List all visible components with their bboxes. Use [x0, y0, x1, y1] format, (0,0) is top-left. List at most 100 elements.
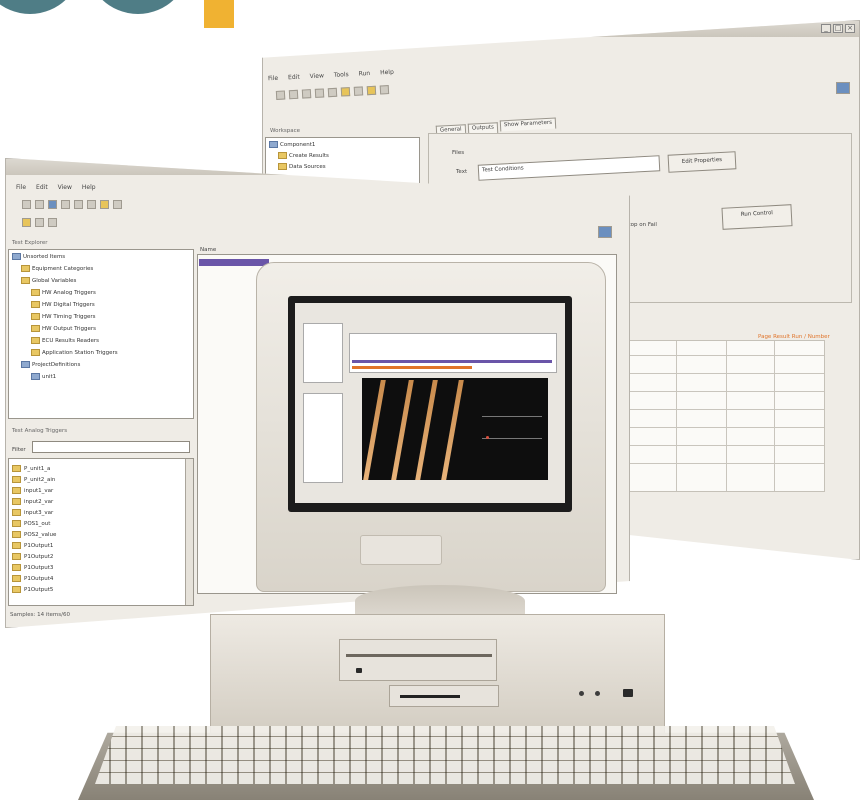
text-field-label: Text: [456, 169, 468, 175]
folder-icon[interactable]: [100, 200, 109, 209]
tree-item[interactable]: Global Variables: [21, 277, 76, 284]
list-item[interactable]: P1Output4: [12, 575, 53, 582]
save-icon[interactable]: [48, 200, 57, 209]
folder-icon: [21, 277, 30, 284]
list-item[interactable]: POS2_value: [12, 531, 56, 538]
help-icon[interactable]: [379, 85, 390, 95]
stop-icon[interactable]: [35, 218, 44, 227]
paste-icon[interactable]: [87, 200, 96, 209]
cdrom-drive[interactable]: [339, 639, 497, 681]
grid-col-line: [774, 341, 775, 491]
tree-item[interactable]: Data Sources: [278, 163, 326, 170]
logo-circle-left: [0, 0, 82, 14]
menu-help[interactable]: Help: [380, 69, 394, 77]
new-icon[interactable]: [275, 90, 286, 100]
tree-item[interactable]: Component1: [269, 141, 315, 148]
folder-icon: [31, 301, 40, 308]
cut-icon[interactable]: [314, 88, 325, 98]
tree-item[interactable]: Equipment Categories: [21, 265, 93, 272]
workspace-panel-title: Workspace: [270, 128, 301, 134]
close-button[interactable]: ×: [845, 24, 855, 33]
trigger-icon: [12, 487, 21, 494]
power-button[interactable]: [623, 689, 633, 697]
help-icon[interactable]: [113, 200, 122, 209]
tree-item[interactable]: HW Digital Triggers: [31, 301, 95, 308]
list-item[interactable]: P1Output3: [12, 564, 53, 571]
grid-row-line: [626, 355, 824, 356]
menu-run[interactable]: Run: [358, 70, 370, 78]
screen-orange-bar: [352, 366, 472, 369]
waveform-trace: [441, 380, 464, 480]
list-scrollbar[interactable]: [185, 459, 193, 605]
list-item[interactable]: P1Output5: [12, 586, 53, 593]
maximize-button[interactable]: □: [833, 24, 843, 33]
tree-item[interactable]: Create Results: [278, 152, 329, 159]
list-item[interactable]: P_unit2_ain: [12, 476, 55, 483]
tree-item[interactable]: ProjectDefinitions: [21, 361, 80, 368]
list-item[interactable]: input1_var: [12, 487, 53, 494]
filter-label: Filter: [12, 447, 26, 453]
list-item[interactable]: POS1_out: [12, 520, 50, 527]
open-icon[interactable]: [35, 200, 44, 209]
paste-icon[interactable]: [353, 86, 364, 96]
tree-item[interactable]: unit1: [31, 373, 56, 380]
tree-item[interactable]: HW Timing Triggers: [31, 313, 96, 320]
edit-properties-button[interactable]: Edit Properties: [667, 151, 737, 173]
component-icon: [269, 141, 278, 148]
keyboard-keys[interactable]: [95, 726, 795, 784]
minimize-button[interactable]: _: [821, 24, 831, 33]
open-icon[interactable]: [288, 89, 299, 100]
folder-icon: [21, 265, 30, 272]
desktop-computer-case: [210, 614, 665, 734]
copy-icon[interactable]: [327, 87, 338, 98]
new-icon[interactable]: [22, 200, 31, 209]
list-item[interactable]: P1Output2: [12, 553, 53, 560]
grid-row-line: [626, 463, 824, 464]
tree-item[interactable]: Application Station Triggers: [31, 349, 118, 356]
list-item[interactable]: input3_var: [12, 509, 53, 516]
test-explorer-tree: Unsorted Items Equipment Categories Glob…: [8, 249, 194, 419]
trigger-icon: [12, 498, 21, 505]
selected-row[interactable]: [199, 259, 269, 266]
menu-tools[interactable]: Tools: [334, 71, 349, 79]
run-control-button[interactable]: Run Control: [721, 204, 793, 230]
save-icon[interactable]: [301, 89, 312, 99]
menu-edit[interactable]: Edit: [288, 74, 300, 82]
copy-icon[interactable]: [74, 200, 83, 209]
cut-icon[interactable]: [61, 200, 70, 209]
folder-icon: [31, 349, 40, 356]
menu-view[interactable]: View: [310, 72, 325, 80]
run-icon[interactable]: [366, 85, 377, 96]
tree-item[interactable]: ECU Results Readers: [31, 337, 99, 344]
folder-icon: [278, 152, 287, 159]
trigger-icon: [12, 564, 21, 571]
back-window-controls: _ □ ×: [821, 24, 855, 33]
tree-item[interactable]: HW Analog Triggers: [31, 289, 96, 296]
menu-view[interactable]: View: [58, 184, 72, 191]
settings-icon[interactable]: [598, 226, 612, 238]
folder-icon: [278, 163, 287, 170]
settings-icon[interactable]: [836, 82, 850, 94]
tree-item[interactable]: Unsorted Items: [12, 253, 65, 260]
grid-row-line: [626, 373, 824, 374]
folder-icon[interactable]: [340, 87, 351, 97]
menu-edit[interactable]: Edit: [36, 184, 48, 191]
gear-icon[interactable]: [22, 218, 31, 227]
list-item[interactable]: input2_var: [12, 498, 53, 505]
waveform-trace: [363, 380, 386, 480]
grid-row-line: [626, 427, 824, 428]
menu-help[interactable]: Help: [82, 184, 96, 191]
list-item[interactable]: P_unit1_a: [12, 465, 50, 472]
folder-icon: [31, 313, 40, 320]
chart-reference-line: [482, 416, 542, 417]
menu-file[interactable]: File: [16, 184, 26, 191]
list-item[interactable]: P1Output1: [12, 542, 53, 549]
filter-input[interactable]: [32, 441, 190, 453]
refresh-icon[interactable]: [48, 218, 57, 227]
tree-item[interactable]: HW Output Triggers: [31, 325, 96, 332]
menu-file[interactable]: File: [268, 75, 278, 83]
eject-button[interactable]: [356, 668, 362, 673]
floppy-slot: [400, 695, 460, 698]
floppy-drive[interactable]: [389, 685, 499, 707]
front-menubar: File Edit View Help: [16, 184, 96, 191]
